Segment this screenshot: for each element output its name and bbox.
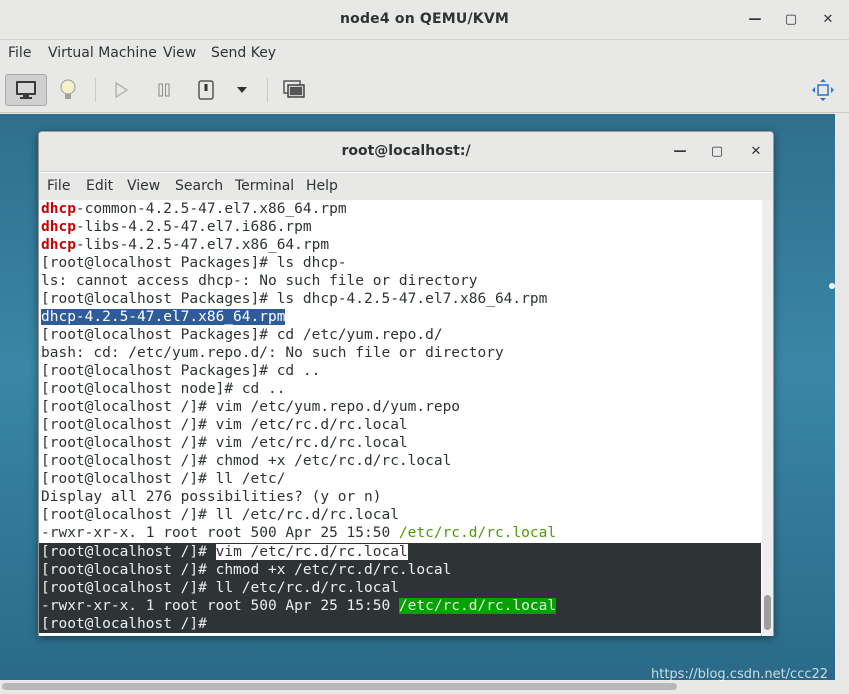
terminal-close-button[interactable]: ✕ [744,140,768,164]
terminal-line-selected: dhcp-4.2.5-47.el7.x86_64.rpm [41,309,286,325]
horizontal-scrollbar-thumb[interactable] [2,683,677,690]
terminal-line-highlighted: [root@localhost /]# chmod +x /etc/rc.d/r… [41,562,452,578]
console-button[interactable] [5,74,47,106]
fullscreen-button[interactable] [806,74,840,106]
screenshot-button[interactable] [278,74,310,106]
shutdown-button[interactable] [190,74,222,106]
viewer-edge [835,114,849,680]
terminal-menu-help[interactable]: Help [306,178,338,194]
terminal-line: dhcp-libs-4.2.5-47.el7.x86_64.rpm [41,237,330,253]
pause-button[interactable] [148,74,180,106]
terminal-menu-file[interactable]: File [47,178,70,194]
menu-send-key[interactable]: Send Key [211,45,276,61]
terminal-line: ls: cannot access dhcp-: No such file or… [41,273,478,289]
terminal-line: [root@localhost /]# chmod +x /etc/rc.d/r… [41,453,452,469]
close-button[interactable]: ✕ [816,8,840,32]
play-icon [115,81,129,99]
terminal-line: dhcp-libs-4.2.5-47.el7.i686.rpm [41,219,312,235]
toolbar-separator [267,78,268,102]
monitor-icon [16,81,36,99]
terminal-line: -rwxr-xr-x. 1 root root 500 Apr 25 15:50… [41,525,557,541]
power-icon [198,80,214,100]
terminal-line: [root@localhost node]# cd .. [41,381,286,397]
terminal-menubar: File Edit View Search Terminal Help [39,173,773,200]
details-button[interactable] [52,74,84,106]
screenshot-icon [283,80,305,98]
terminal-menu-edit[interactable]: Edit [86,178,113,194]
terminal-prompt: [root@localhost /]# [41,616,216,632]
maximize-button[interactable]: ▢ [779,8,803,32]
terminal-title: root@localhost:/ [341,143,471,159]
minimize-button[interactable]: — [743,8,767,32]
lightbulb-icon [60,79,76,99]
terminal-scrollbar[interactable] [762,200,773,636]
terminal-line: [root@localhost Packages]# cd /etc/yum.r… [41,327,443,343]
terminal-line-highlighted: -rwxr-xr-x. 1 root root 500 Apr 25 15:50… [41,598,557,614]
vm-menubar: File Virtual Machine View Send Key [0,40,849,68]
watermark: https://blog.csdn.net/ccc22 [651,667,829,682]
pause-icon [158,83,170,97]
menu-virtual-machine[interactable]: Virtual Machine [48,45,157,61]
toolbar-separator [95,78,96,102]
terminal-scrollbar-thumb[interactable] [764,595,771,630]
shutdown-menu-button[interactable] [228,74,256,106]
desktop-edge-marker [829,283,835,289]
terminal-line: bash: cd: /etc/yum.repo.d/: No such file… [41,345,504,361]
terminal-line: [root@localhost /]# vim /etc/rc.d/rc.loc… [41,417,408,433]
terminal-titlebar: root@localhost:/ — ▢ ✕ [39,132,773,172]
terminal-menu-view[interactable]: View [127,178,160,194]
vm-window-titlebar: node4 on QEMU/KVM — ▢ ✕ [0,0,849,40]
fullscreen-icon [812,79,834,101]
terminal-line: dhcp-common-4.2.5-47.el7.x86_64.rpm [41,201,347,217]
menu-file[interactable]: File [8,45,31,61]
vm-toolbar [0,68,849,113]
terminal-output[interactable]: dhcp-common-4.2.5-47.el7.x86_64.rpm dhcp… [39,200,761,636]
terminal-line: [root@localhost Packages]# ls dhcp-4.2.5… [41,291,548,307]
terminal-line: [root@localhost Packages]# cd .. [41,363,321,379]
terminal-line-highlighted: [root@localhost /]# ll /etc/rc.d/rc.loca… [41,580,399,596]
terminal-line-highlighted: [root@localhost /]# vim /etc/rc.d/rc.loc… [41,544,408,560]
terminal-menu-search[interactable]: Search [175,178,223,194]
terminal-line: [root@localhost Packages]# ls dhcp- [41,255,347,271]
terminal-window: root@localhost:/ — ▢ ✕ File Edit View Se… [38,131,774,636]
dropdown-arrow-icon [237,87,247,93]
terminal-line: Display all 276 possibilities? (y or n) [41,489,382,505]
terminal-line: [root@localhost /]# ll /etc/ [41,471,286,487]
terminal-line: [root@localhost /]# vim /etc/rc.d/rc.loc… [41,435,408,451]
terminal-maximize-button[interactable]: ▢ [705,140,729,164]
run-button[interactable] [105,74,137,106]
terminal-minimize-button[interactable]: — [668,140,692,164]
terminal-menu-terminal[interactable]: Terminal [235,178,294,194]
menu-view[interactable]: View [163,45,196,61]
terminal-line: [root@localhost /]# ll /etc/rc.d/rc.loca… [41,507,399,523]
vm-window-title: node4 on QEMU/KVM [339,11,510,27]
terminal-line: [root@localhost /]# vim /etc/yum.repo.d/… [41,399,461,415]
